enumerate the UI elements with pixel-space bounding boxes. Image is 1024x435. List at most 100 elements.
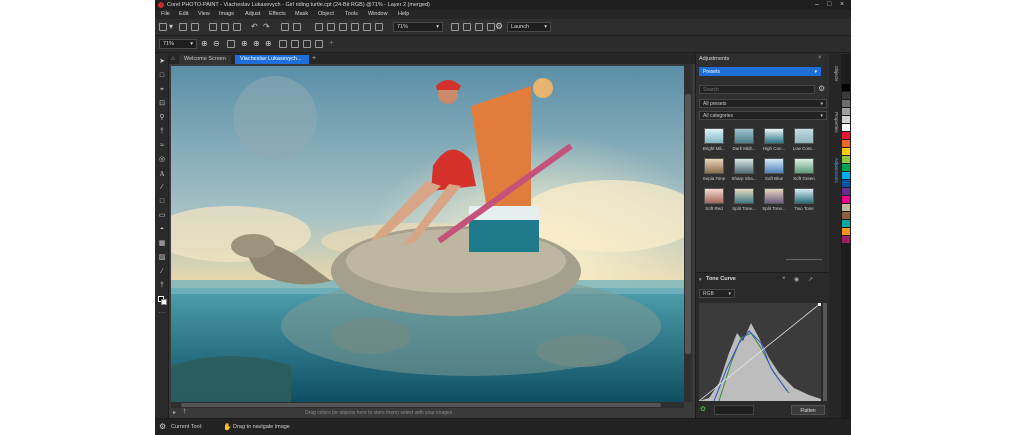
- rectangle-mask-icon[interactable]: □: [158, 72, 166, 80]
- color-swatch[interactable]: [842, 108, 850, 115]
- menu-tools[interactable]: Tools: [345, 11, 358, 17]
- color-eyedropper-icon[interactable]: †: [158, 282, 166, 290]
- color-swatch[interactable]: [842, 92, 850, 99]
- vertical-scroll-thumb[interactable]: [685, 94, 691, 354]
- categories-filter-select[interactable]: All categories ▾: [699, 111, 827, 120]
- redo-icon[interactable]: ↷: [263, 23, 270, 31]
- color-swatch[interactable]: [842, 172, 850, 179]
- tone-curve-scrollbar[interactable]: [823, 303, 827, 401]
- frame-icon[interactable]: [375, 23, 383, 31]
- crop-icon[interactable]: [363, 23, 371, 31]
- rectangle-tool-icon[interactable]: □: [158, 198, 166, 206]
- preset-tile[interactable]: High Con...: [761, 128, 787, 151]
- color-swatch[interactable]: [842, 84, 850, 91]
- horizontal-scroll-thumb[interactable]: [181, 403, 661, 407]
- object-icon[interactable]: [339, 23, 347, 31]
- menu-edit[interactable]: Edit: [179, 11, 188, 17]
- menu-adjust[interactable]: Adjust: [245, 11, 260, 17]
- effect-tool-icon[interactable]: ◓: [158, 226, 166, 234]
- eyedropper-icon[interactable]: †: [158, 128, 166, 136]
- minimize-icon[interactable]: –: [815, 1, 819, 8]
- show-rulers-icon[interactable]: [463, 23, 471, 31]
- preset-tile[interactable]: Bright Mil...: [701, 128, 727, 151]
- undo-icon[interactable]: ↶: [251, 23, 258, 31]
- zoom-100-icon[interactable]: [227, 40, 235, 48]
- zoom-height-icon[interactable]: ⊕: [265, 40, 272, 48]
- search-input[interactable]: Search: [699, 85, 815, 94]
- color-swatch[interactable]: [842, 140, 850, 147]
- preset-tile[interactable]: Sepia Tone: [701, 158, 727, 181]
- horizontal-scrollbar[interactable]: [171, 402, 684, 408]
- clone-icon[interactable]: ◎: [158, 156, 166, 164]
- save-icon[interactable]: [191, 23, 199, 31]
- open-icon[interactable]: [179, 23, 187, 31]
- color-swatch[interactable]: [842, 116, 850, 123]
- crop-tool-icon[interactable]: ⊡: [158, 100, 166, 108]
- preset-tile[interactable]: Soft Blue: [761, 158, 787, 181]
- color-swatch[interactable]: [842, 148, 850, 155]
- text-tool-icon[interactable]: A: [158, 170, 166, 178]
- flatten-button[interactable]: Flatten: [791, 405, 825, 415]
- zoom-selection-icon[interactable]: [303, 40, 311, 48]
- marquee-icon[interactable]: [351, 23, 359, 31]
- interactive-fill-icon[interactable]: ∕: [158, 268, 166, 276]
- menu-image[interactable]: Image: [219, 11, 234, 17]
- menu-view[interactable]: View: [198, 11, 210, 17]
- maximize-icon[interactable]: □: [827, 1, 831, 8]
- full-screen-icon[interactable]: [451, 23, 459, 31]
- preset-tile[interactable]: Sharp Sha...: [731, 158, 757, 181]
- menu-object[interactable]: Object: [318, 11, 334, 17]
- more-tools-icon[interactable]: ⋯: [158, 310, 166, 318]
- color-swatch[interactable]: [842, 220, 850, 227]
- color-swatch[interactable]: [842, 132, 850, 139]
- visibility-icon[interactable]: ◉: [794, 276, 799, 283]
- collapse-icon[interactable]: ▾: [699, 277, 702, 283]
- menu-help[interactable]: Help: [398, 11, 409, 17]
- paste-icon[interactable]: [233, 23, 241, 31]
- preset-tile[interactable]: Two Tone: [791, 188, 817, 211]
- expand-icon[interactable]: ↗: [808, 276, 813, 283]
- panel-close-icon[interactable]: ×: [818, 55, 822, 61]
- tab-objects[interactable]: Objects: [831, 66, 839, 81]
- retouch-icon[interactable]: ≈: [158, 142, 166, 150]
- zoom-width-icon[interactable]: ⊕: [253, 40, 260, 48]
- color-swatch[interactable]: [842, 228, 850, 235]
- preset-tile[interactable]: Dark Midt...: [731, 128, 757, 151]
- preset-tile[interactable]: Split Tone...: [761, 188, 787, 211]
- tab-adjustments[interactable]: Adjustments: [831, 158, 839, 183]
- background-color-swatch[interactable]: [161, 299, 167, 305]
- add-icon[interactable]: +: [329, 39, 334, 47]
- mask-transform-icon[interactable]: ⌖: [158, 86, 166, 94]
- zoom-tool-icon[interactable]: ⚲: [158, 114, 166, 122]
- settings-gear-icon[interactable]: ⚙: [818, 84, 825, 93]
- new-tab-icon[interactable]: +: [312, 55, 316, 62]
- zoom-in-icon[interactable]: ⊕: [201, 40, 208, 48]
- canvas-area[interactable]: [169, 64, 695, 418]
- tab-active-document[interactable]: Viacheslav Lukasevych...: [235, 55, 309, 64]
- tab-welcome-screen[interactable]: Welcome Screen: [179, 55, 231, 64]
- cut-icon[interactable]: [209, 23, 217, 31]
- options-gear-icon[interactable]: ⚙: [495, 22, 503, 31]
- thumbnail-size-slider[interactable]: [786, 254, 822, 260]
- presets-mode-select[interactable]: Presets ▾: [699, 67, 821, 76]
- launch-button[interactable]: Launch ▾: [507, 22, 551, 32]
- tab-properties[interactable]: Properties: [831, 112, 839, 133]
- input-field[interactable]: [714, 405, 754, 415]
- fill-tool-icon[interactable]: ▦: [158, 240, 166, 248]
- zoom-level-combo[interactable]: 71% ▾: [159, 39, 197, 49]
- vertical-scrollbar[interactable]: [684, 64, 692, 402]
- menu-mask[interactable]: Mask: [295, 11, 308, 17]
- zoom-out-icon[interactable]: ⊖: [213, 40, 220, 48]
- presets-filter-select[interactable]: All presets ▾: [699, 99, 827, 108]
- preset-tile[interactable]: Soft Green: [791, 158, 817, 181]
- pick-tool-icon[interactable]: ➤: [158, 58, 166, 66]
- paint-brush-icon[interactable]: ⁄: [158, 184, 166, 192]
- color-swatch[interactable]: [842, 196, 850, 203]
- color-swatch[interactable]: [842, 204, 850, 211]
- color-swatch[interactable]: [842, 188, 850, 195]
- document-image[interactable]: [171, 66, 684, 402]
- menu-effects[interactable]: Effects: [269, 11, 286, 17]
- show-guides-icon[interactable]: [487, 23, 495, 31]
- transparency-icon[interactable]: ▨: [158, 254, 166, 262]
- eyedropper-green-icon[interactable]: ✿: [700, 405, 706, 413]
